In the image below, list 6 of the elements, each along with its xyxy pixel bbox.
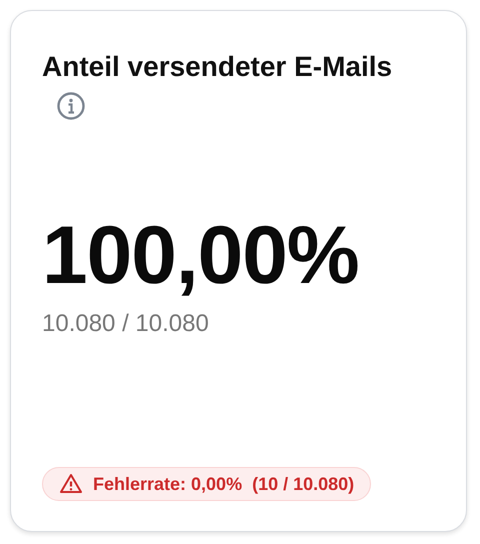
warning-icon — [59, 472, 83, 496]
metric-value: 100,00% — [42, 213, 360, 299]
metric-detail: 10.080 / 10.080 — [42, 309, 210, 339]
card-title: Anteil versendeter E-Mails — [42, 47, 422, 127]
error-rate-badge: Fehlerrate: 0,00% (10 / 10.080) — [42, 467, 372, 501]
info-icon[interactable] — [56, 91, 86, 121]
